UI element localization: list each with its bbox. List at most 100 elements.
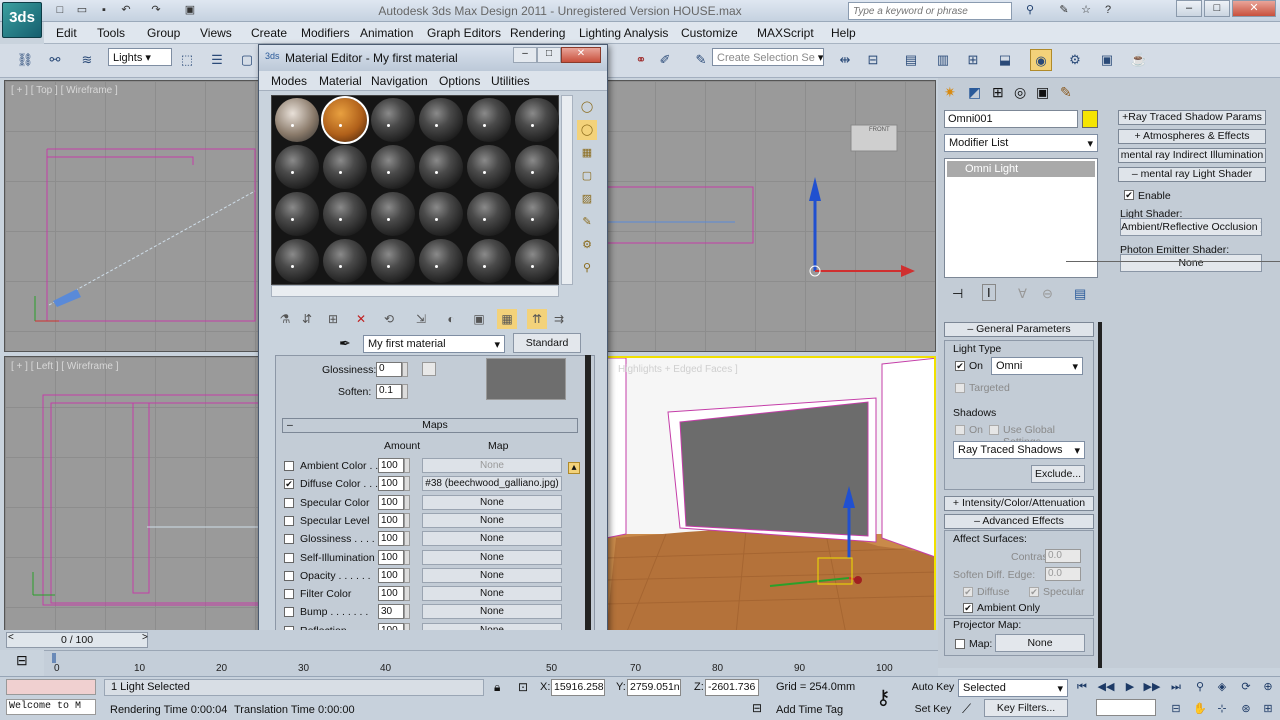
material-sample-slot[interactable] bbox=[323, 192, 367, 236]
zoom-icon[interactable]: ⚲ bbox=[1190, 678, 1210, 696]
diffuse-checkbox[interactable]: ✔ bbox=[963, 587, 973, 597]
intensity-rollout[interactable]: + Intensity/Color/Attenuation bbox=[944, 496, 1094, 511]
map-amount-arrows[interactable] bbox=[404, 531, 410, 547]
add-time-tag-icon[interactable]: ⊟ bbox=[752, 701, 762, 715]
previous-frame-icon[interactable]: ◀◀ bbox=[1096, 678, 1116, 696]
light-shader-button[interactable]: Ambient/Reflective Occlusion ) bbox=[1120, 218, 1262, 236]
material-sample-slot[interactable] bbox=[371, 98, 415, 142]
me-menu-navigation[interactable]: Navigation bbox=[371, 74, 428, 88]
mental-ray-light-shader-rollout[interactable]: – mental ray Light Shader bbox=[1118, 167, 1266, 182]
material-sample-slot[interactable] bbox=[275, 239, 319, 283]
enable-checkbox[interactable]: ✔ bbox=[1124, 190, 1134, 200]
map-amount-arrows[interactable] bbox=[404, 512, 410, 528]
arc-rotate-icon[interactable]: ⟳ bbox=[1236, 678, 1256, 696]
time-marker[interactable] bbox=[52, 653, 56, 663]
selection-lock-icon[interactable]: 🔒︎ bbox=[494, 680, 500, 695]
specular-checkbox[interactable]: ✔ bbox=[1029, 587, 1039, 597]
material-id-channel-icon[interactable]: ◐ bbox=[441, 309, 461, 329]
map-amount-spinner[interactable]: 100 bbox=[378, 494, 404, 510]
menu-maxscript[interactable]: MAXScript bbox=[757, 26, 814, 40]
menu-views[interactable]: Views bbox=[200, 26, 232, 40]
menu-create[interactable]: Create bbox=[251, 26, 287, 40]
map-amount-arrows[interactable] bbox=[404, 549, 410, 565]
next-frame-icon[interactable]: ▶▶ bbox=[1142, 678, 1162, 696]
y-coordinate-field[interactable]: 2759.051n bbox=[627, 679, 681, 696]
assign-material-icon[interactable]: ⊞ bbox=[323, 309, 343, 329]
favorites-icon[interactable]: ☆ bbox=[1078, 3, 1094, 18]
atmospheres-effects-rollout[interactable]: + Atmospheres & Effects bbox=[1118, 129, 1266, 144]
hierarchy-tab-icon[interactable]: ⊞ bbox=[992, 84, 1004, 101]
close-button[interactable]: ✕ bbox=[1232, 0, 1276, 17]
open-icon[interactable]: ▭ bbox=[74, 3, 90, 18]
configure-modifier-sets-icon[interactable]: ▤ bbox=[1074, 286, 1086, 302]
display-tab-icon[interactable]: ▣ bbox=[1036, 84, 1049, 101]
modify-tab-icon[interactable]: ◩ bbox=[968, 84, 981, 101]
menu-edit[interactable]: Edit bbox=[56, 26, 77, 40]
light-type-dropdown[interactable]: Omni ▾ bbox=[991, 357, 1083, 375]
material-sample-slot[interactable] bbox=[515, 98, 559, 142]
key-selection-set-dropdown[interactable]: Selected ▾ bbox=[958, 679, 1068, 697]
material-sample-slot[interactable] bbox=[275, 98, 319, 142]
targeted-checkbox[interactable] bbox=[955, 383, 965, 393]
light-on-checkbox[interactable]: ✔ bbox=[955, 361, 965, 371]
orbit-subobject-icon[interactable]: ⊛ bbox=[1236, 700, 1256, 718]
map-slot-button[interactable]: None bbox=[422, 586, 562, 602]
viewport-top[interactable]: [ + ] [ Top ] [ Wireframe ] bbox=[4, 80, 260, 352]
mental-ray-indirect-rollout[interactable]: mental ray Indirect Illumination bbox=[1118, 148, 1266, 163]
general-parameters-rollout[interactable]: – General Parameters bbox=[944, 322, 1094, 337]
graphite-toolbar-icon[interactable]: ▥ bbox=[932, 49, 954, 71]
material-sample-slot[interactable] bbox=[467, 239, 511, 283]
map-slot-button[interactable]: None bbox=[422, 531, 562, 547]
map-enable-checkbox[interactable] bbox=[284, 534, 294, 545]
options-icon[interactable]: ⚙ bbox=[577, 235, 597, 255]
reset-map-icon[interactable]: ✕ bbox=[351, 309, 371, 329]
mirror-tool-icon[interactable]: ⇹ bbox=[834, 49, 856, 71]
material-sample-slot[interactable] bbox=[419, 98, 463, 142]
map-enable-checkbox[interactable] bbox=[284, 607, 294, 618]
map-amount-arrows[interactable] bbox=[404, 458, 410, 473]
time-config-icon[interactable]: ⊟ bbox=[1166, 700, 1186, 718]
sample-slots[interactable] bbox=[271, 95, 559, 285]
lock-icon[interactable]: ▴ bbox=[568, 462, 580, 474]
map-slot-button[interactable]: None bbox=[422, 604, 562, 620]
time-slider[interactable]: 0 / 100 bbox=[6, 632, 148, 648]
map-amount-arrows[interactable] bbox=[404, 567, 410, 583]
mirror-icon[interactable]: ⚭ bbox=[630, 49, 652, 71]
put-material-icon[interactable]: ⇵ bbox=[297, 309, 317, 329]
set-key-icon[interactable]: ⚷ bbox=[876, 685, 891, 710]
map-amount-spinner[interactable]: 100 bbox=[378, 512, 404, 528]
put-to-library-icon[interactable]: ⇲ bbox=[411, 309, 431, 329]
menu-graph-editors[interactable]: Graph Editors bbox=[427, 26, 501, 40]
mini-curve-editor-icon[interactable]: ⊟ bbox=[16, 652, 28, 669]
map-slot-button[interactable]: None bbox=[422, 458, 562, 473]
render-setup-icon[interactable]: ⚙ bbox=[1064, 49, 1086, 71]
help-icon[interactable]: ? bbox=[1100, 3, 1116, 18]
layer-manager-icon[interactable]: ▤ bbox=[900, 49, 922, 71]
z-coordinate-field[interactable]: -2601.736 bbox=[705, 679, 759, 696]
me-close-button[interactable]: ✕ bbox=[561, 47, 601, 63]
maps-rollout[interactable]: – Maps bbox=[282, 418, 578, 433]
map-slot-button[interactable]: None bbox=[422, 567, 562, 583]
menu-tools[interactable]: Tools bbox=[97, 26, 125, 40]
map-enable-checkbox[interactable]: ✔ bbox=[284, 479, 294, 490]
rendered-frame-window-icon[interactable]: ▣ bbox=[1096, 49, 1118, 71]
map-slot-button[interactable]: None bbox=[422, 512, 562, 528]
material-sample-slot[interactable] bbox=[467, 98, 511, 142]
project-folder-icon[interactable]: ▣ bbox=[182, 3, 198, 18]
material-sample-slot[interactable] bbox=[467, 145, 511, 189]
map-enable-checkbox[interactable] bbox=[284, 552, 294, 563]
time-slider-prev-icon[interactable]: < bbox=[8, 632, 14, 643]
advanced-effects-rollout[interactable]: – Advanced Effects bbox=[944, 514, 1094, 529]
render-production-icon[interactable]: ☕ bbox=[1128, 49, 1150, 71]
soften-diff-edge-spinner[interactable]: 0.0 bbox=[1045, 567, 1081, 581]
curve-editor-icon[interactable]: ⊞ bbox=[962, 49, 984, 71]
align-icon[interactable]: ⊟ bbox=[862, 49, 884, 71]
map-amount-spinner[interactable]: 100 bbox=[378, 586, 404, 602]
glossiness-map-button[interactable] bbox=[422, 362, 436, 376]
sample-slots-hscroll[interactable] bbox=[271, 285, 559, 297]
contrast-spinner[interactable]: 0.0 bbox=[1045, 549, 1081, 563]
video-color-check-icon[interactable]: ▨ bbox=[577, 189, 597, 209]
material-sample-slot[interactable] bbox=[419, 145, 463, 189]
binoculars-icon[interactable]: ⚲ bbox=[1022, 3, 1038, 18]
map-amount-arrows[interactable] bbox=[404, 476, 410, 492]
